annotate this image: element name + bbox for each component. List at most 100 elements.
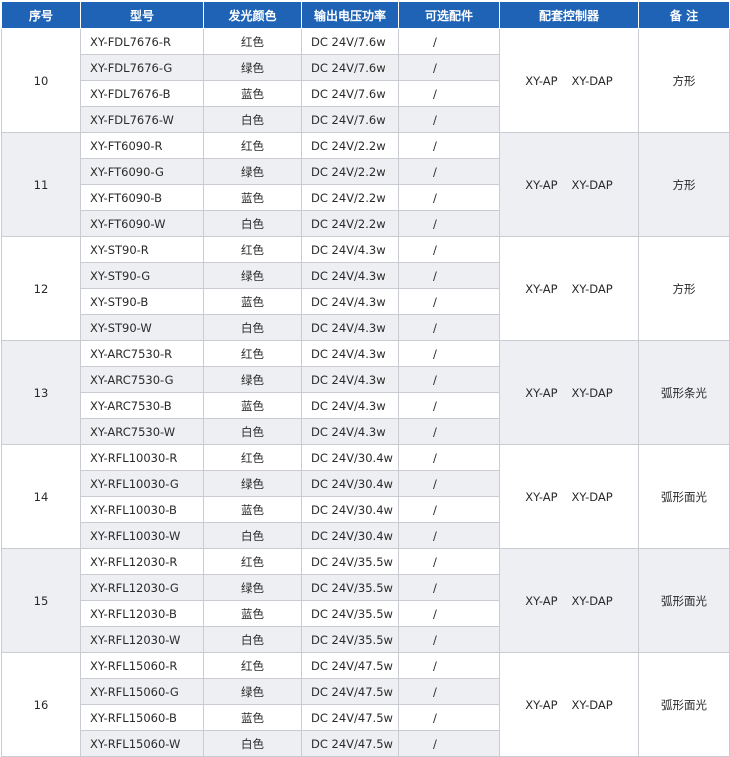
option-cell: / [398, 366, 500, 393]
table-header: 序号 型号 发光颜色 输出电压功率 可选配件 配套控制器 备 注 [1, 1, 730, 29]
table-row: 15 XY-RFL12030-R 红色 DC 24V/35.5w / XY-AP XY-DA… [1, 548, 730, 653]
model-cell: XY-FT6090-W [80, 210, 204, 237]
power-cell: DC 24V/35.5w [301, 548, 399, 575]
power-cell: DC 24V/4.3w [301, 418, 399, 445]
color-cell: 蓝色 [203, 704, 302, 731]
power-cell: DC 24V/47.5w [301, 678, 399, 705]
header-cell-note: 备 注 [638, 1, 730, 29]
option-cell: / [398, 236, 500, 263]
controller-name: XY-AP [525, 385, 558, 400]
note-cell: 方形 [638, 132, 730, 237]
model-cell: XY-FT6090-B [80, 184, 204, 211]
power-cell: DC 24V/7.6w [301, 106, 399, 133]
color-cell: 红色 [203, 340, 302, 367]
controller-name: XY-DAP [571, 281, 613, 296]
color-cell: 白色 [203, 106, 302, 133]
option-cell: / [398, 288, 500, 315]
controller-name: XY-DAP [571, 593, 613, 608]
controller-name: XY-AP [525, 73, 558, 88]
table-body: 10 XY-FDL7676-R 红色 DC 24V/7.6w / XY-AP XY-DAP 方… [1, 28, 730, 757]
model-cell: XY-RFL12030-W [80, 626, 204, 653]
option-cell: / [398, 444, 500, 471]
option-cell: / [398, 392, 500, 419]
controller-name: XY-AP [525, 177, 558, 192]
model-cell: XY-RFL10030-W [80, 522, 204, 549]
note-cell: 弧形条光 [638, 340, 730, 445]
model-cell: XY-FDL7676-B [80, 80, 204, 107]
option-cell: / [398, 496, 500, 523]
model-cell: XY-FDL7676-R [80, 28, 204, 55]
option-cell: / [398, 210, 500, 237]
controller-cell: XY-AP XY-DAP [499, 652, 639, 757]
color-cell: 绿色 [203, 262, 302, 289]
model-cell: XY-FT6090-R [80, 132, 204, 159]
serial-number-cell: 10 [1, 28, 81, 133]
power-cell: DC 24V/47.5w [301, 652, 399, 679]
model-cell: XY-RFL10030-R [80, 444, 204, 471]
color-cell: 红色 [203, 28, 302, 55]
color-cell: 绿色 [203, 366, 302, 393]
color-cell: 白色 [203, 626, 302, 653]
controller-cell: XY-AP XY-DAP [499, 132, 639, 237]
model-cell: XY-RFL15060-R [80, 652, 204, 679]
option-cell: / [398, 132, 500, 159]
note-cell: 方形 [638, 28, 730, 133]
controller-cell: XY-AP XY-DAP [499, 28, 639, 133]
option-cell: / [398, 54, 500, 81]
color-cell: 白色 [203, 730, 302, 757]
color-cell: 红色 [203, 548, 302, 575]
color-cell: 白色 [203, 210, 302, 237]
model-cell: XY-FT6090-G [80, 158, 204, 185]
serial-number-cell: 13 [1, 340, 81, 445]
serial-number-cell: 11 [1, 132, 81, 237]
option-cell: / [398, 730, 500, 757]
power-cell: DC 24V/47.5w [301, 730, 399, 757]
option-cell: / [398, 106, 500, 133]
option-cell: / [398, 470, 500, 497]
model-cell: XY-RFL12030-G [80, 574, 204, 601]
color-cell: 红色 [203, 652, 302, 679]
option-cell: / [398, 704, 500, 731]
power-cell: DC 24V/47.5w [301, 704, 399, 731]
model-cell: XY-RFL15060-G [80, 678, 204, 705]
controller-name: XY-AP [525, 593, 558, 608]
serial-number-cell: 12 [1, 236, 81, 341]
header-row: 序号 型号 发光颜色 输出电压功率 可选配件 配套控制器 备 注 [1, 1, 730, 29]
option-cell: / [398, 158, 500, 185]
note-cell: 弧形面光 [638, 444, 730, 549]
power-cell: DC 24V/2.2w [301, 132, 399, 159]
controller-name: XY-AP [525, 697, 558, 712]
option-cell: / [398, 522, 500, 549]
table-row: 13 XY-ARC7530-R 红色 DC 24V/4.3w / XY-AP XY-DAP 弧… [1, 340, 730, 445]
color-cell: 绿色 [203, 158, 302, 185]
color-cell: 蓝色 [203, 392, 302, 419]
model-cell: XY-ARC7530-R [80, 340, 204, 367]
power-cell: DC 24V/30.4w [301, 496, 399, 523]
option-cell: / [398, 626, 500, 653]
model-cell: XY-ST90-B [80, 288, 204, 315]
power-cell: DC 24V/7.6w [301, 80, 399, 107]
controller-cell: XY-AP XY-DAP [499, 236, 639, 341]
serial-number-cell: 15 [1, 548, 81, 653]
controller-cell: XY-AP XY-DAP [499, 340, 639, 445]
header-cell-option: 可选配件 [398, 1, 500, 29]
color-cell: 绿色 [203, 470, 302, 497]
model-cell: XY-RFL12030-R [80, 548, 204, 575]
header-cell-model: 型号 [80, 1, 204, 29]
model-cell: XY-ARC7530-G [80, 366, 204, 393]
color-cell: 蓝色 [203, 80, 302, 107]
model-cell: XY-RFL15060-W [80, 730, 204, 757]
color-cell: 白色 [203, 522, 302, 549]
option-cell: / [398, 184, 500, 211]
power-cell: DC 24V/7.6w [301, 54, 399, 81]
table-row: 16 XY-RFL15060-R 红色 DC 24V/47.5w / XY-AP XY-DA… [1, 652, 730, 757]
option-cell: / [398, 262, 500, 289]
header-cell-power: 输出电压功率 [301, 1, 399, 29]
color-cell: 蓝色 [203, 184, 302, 211]
color-cell: 绿色 [203, 678, 302, 705]
model-cell: XY-FDL7676-W [80, 106, 204, 133]
option-cell: / [398, 600, 500, 627]
table-row: 10 XY-FDL7676-R 红色 DC 24V/7.6w / XY-AP XY-DAP 方… [1, 28, 730, 133]
controller-name: XY-DAP [571, 177, 613, 192]
header-cell-no: 序号 [1, 1, 81, 29]
